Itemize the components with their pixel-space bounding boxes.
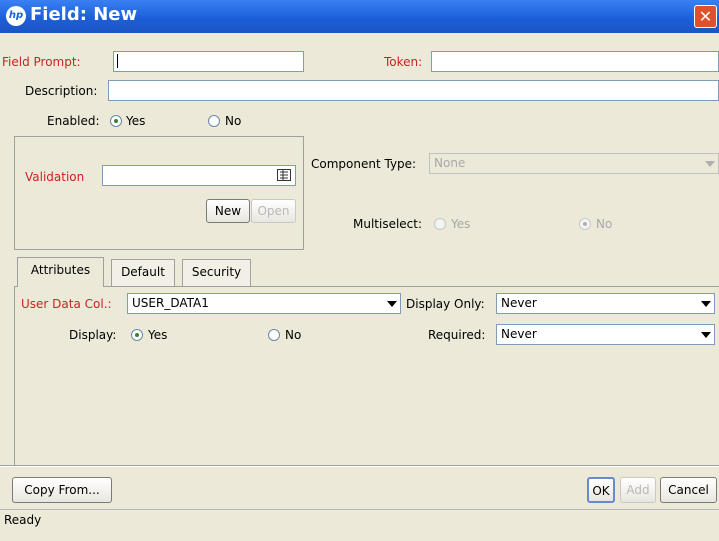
text-cursor xyxy=(117,54,118,68)
status-bar: Ready xyxy=(0,509,719,531)
field-new-dialog: hp Field: New ✕ Field Prompt: Token: Des… xyxy=(0,0,719,541)
cancel-button[interactable]: Cancel xyxy=(660,477,717,503)
multiselect-no-label: No xyxy=(596,217,613,231)
list-picker-icon[interactable] xyxy=(277,169,291,181)
tab-attributes[interactable]: Attributes xyxy=(17,257,104,287)
window-title: Field: New xyxy=(30,4,138,25)
chevron-down-icon xyxy=(701,332,711,338)
add-button[interactable]: Add xyxy=(620,477,656,503)
display-yes-radio[interactable] xyxy=(131,329,143,341)
token-label: Token: xyxy=(384,55,423,69)
component-type-label: Component Type: xyxy=(311,157,417,171)
active-tab-joiner xyxy=(18,286,103,288)
bottom-divider-highlight xyxy=(0,466,719,467)
token-input[interactable] xyxy=(431,51,719,72)
title-bar[interactable]: hp Field: New ✕ xyxy=(0,0,719,33)
required-select[interactable]: Never xyxy=(496,324,715,345)
field-prompt-label: Field Prompt: xyxy=(2,55,81,69)
enabled-no-label[interactable]: No xyxy=(225,114,241,128)
multiselect-yes-label: Yes xyxy=(451,217,471,231)
multiselect-label: Multiselect: xyxy=(353,217,423,231)
display-no-radio[interactable] xyxy=(268,329,280,341)
chevron-down-icon xyxy=(705,161,715,167)
close-icon[interactable]: ✕ xyxy=(694,5,717,28)
tab-default[interactable]: Default xyxy=(111,259,175,286)
required-value: Never xyxy=(501,327,537,341)
field-prompt-input[interactable] xyxy=(113,51,304,72)
enabled-yes-radio[interactable] xyxy=(110,115,122,127)
description-input[interactable] xyxy=(108,80,719,101)
display-label: Display: xyxy=(69,328,117,342)
hp-logo-icon: hp xyxy=(6,6,26,26)
chevron-down-icon xyxy=(387,301,397,307)
ok-button[interactable]: OK xyxy=(587,477,615,503)
multiselect-no-radio[interactable] xyxy=(579,218,591,230)
description-label: Description: xyxy=(25,84,98,98)
display-yes-label[interactable]: Yes xyxy=(148,328,167,342)
copy-from-button[interactable]: Copy From... xyxy=(12,477,112,503)
display-only-value: Never xyxy=(501,296,537,310)
display-no-label[interactable]: No xyxy=(285,328,301,342)
validation-panel xyxy=(14,136,304,250)
chevron-down-icon xyxy=(701,301,711,307)
validation-label: Validation xyxy=(25,170,85,184)
tab-security[interactable]: Security xyxy=(182,259,251,286)
display-only-select[interactable]: Never xyxy=(496,293,715,314)
multiselect-yes-radio[interactable] xyxy=(434,218,446,230)
validation-open-button[interactable]: Open xyxy=(251,199,296,223)
validation-input[interactable] xyxy=(102,165,296,186)
display-only-label: Display Only: xyxy=(406,297,485,311)
enabled-yes-label[interactable]: Yes xyxy=(126,114,145,128)
user-data-col-value: USER_DATA1 xyxy=(132,296,209,310)
enabled-label: Enabled: xyxy=(47,114,100,128)
user-data-col-label: User Data Col.: xyxy=(21,297,112,311)
required-label: Required: xyxy=(428,328,486,342)
enabled-no-radio[interactable] xyxy=(208,115,220,127)
component-type-select[interactable]: None xyxy=(429,153,719,174)
component-type-value: None xyxy=(434,156,466,170)
validation-new-button[interactable]: New xyxy=(206,199,250,223)
user-data-col-select[interactable]: USER_DATA1 xyxy=(127,293,401,314)
